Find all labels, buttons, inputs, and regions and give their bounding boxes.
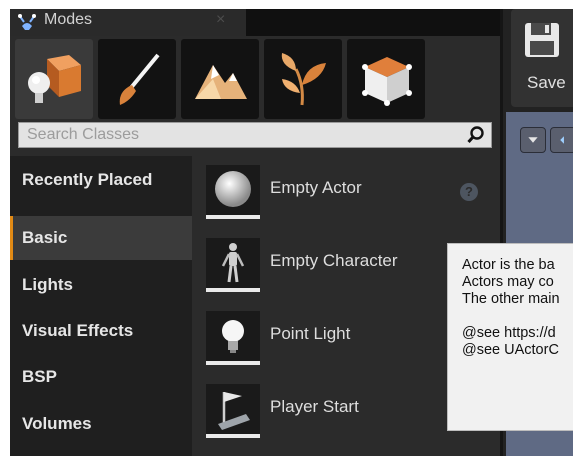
tooltip-line: Actors may co	[462, 274, 554, 290]
tooltip-line: The other main	[462, 291, 560, 307]
perspective-icon	[560, 136, 564, 144]
sphere-icon	[206, 165, 260, 219]
save-button[interactable]: Save	[511, 9, 573, 107]
placeable-list: Empty Actor ? Empty Character Point Ligh…	[198, 157, 488, 456]
search-input[interactable]	[19, 123, 475, 147]
modes-tab[interactable]: Modes ×	[10, 9, 246, 36]
item-label: Empty Actor	[270, 178, 362, 197]
geometry-mode-button[interactable]	[347, 39, 425, 119]
perspective-button[interactable]	[550, 127, 573, 153]
category-bsp[interactable]: BSP	[10, 355, 192, 399]
help-icon[interactable]: ?	[460, 183, 478, 201]
mountain-icon	[195, 65, 247, 99]
item-label: Player Start	[270, 397, 359, 416]
category-lights[interactable]: Lights	[10, 263, 192, 307]
list-item-empty-actor[interactable]: Empty Actor ?	[198, 157, 488, 230]
category-basic[interactable]: Basic	[10, 216, 192, 260]
category-recently-placed[interactable]: Recently Placed	[10, 158, 192, 202]
place-icon	[28, 55, 81, 103]
actor-tooltip: Actor is the ba Actors may co The other …	[447, 243, 573, 431]
category-volumes[interactable]: Volumes	[10, 402, 192, 446]
chevron-down-icon	[528, 137, 538, 143]
leaf-icon	[281, 53, 326, 106]
place-mode-button[interactable]	[15, 39, 93, 119]
modes-icon	[16, 12, 38, 32]
modes-title: Modes	[44, 11, 93, 28]
list-item-empty-character[interactable]: Empty Character	[198, 230, 488, 303]
close-icon[interactable]: ×	[216, 11, 225, 29]
lightbulb-icon	[206, 311, 260, 365]
tooltip-line: Actor is the ba	[462, 257, 555, 273]
viewport-options-button[interactable]	[520, 127, 546, 153]
category-visual-effects[interactable]: Visual Effects	[10, 309, 192, 353]
search-box	[18, 122, 492, 148]
modes-panel: Recently Placed Basic Lights Visual Effe…	[10, 36, 500, 456]
tooltip-line: @see UActorC	[462, 342, 559, 358]
item-label: Point Light	[270, 324, 351, 343]
landscape-mode-button[interactable]	[181, 39, 259, 119]
list-item-player-start[interactable]: Player Start	[198, 376, 488, 449]
paint-mode-button[interactable]	[98, 39, 176, 119]
floppy-disk-icon	[525, 23, 559, 57]
tooltip-line: @see https://d	[462, 325, 556, 341]
search-icon[interactable]	[467, 126, 485, 144]
screenshot-frame: Modes × Search Classes Recently Placed B…	[0, 0, 573, 456]
character-icon	[206, 238, 260, 292]
cube-edit-icon	[362, 57, 412, 106]
list-item-point-light[interactable]: Point Light	[198, 303, 488, 376]
item-label: Empty Character	[270, 251, 398, 270]
tooltip-line	[462, 308, 573, 325]
editor-window: Modes × Search Classes Recently Placed B…	[10, 9, 573, 456]
save-label: Save	[527, 73, 566, 92]
paintbrush-icon	[119, 53, 160, 105]
tab-strip: Modes ×	[10, 9, 500, 36]
flag-icon	[206, 384, 260, 438]
category-list: Recently Placed Basic Lights Visual Effe…	[10, 156, 192, 456]
foliage-mode-button[interactable]	[264, 39, 342, 119]
